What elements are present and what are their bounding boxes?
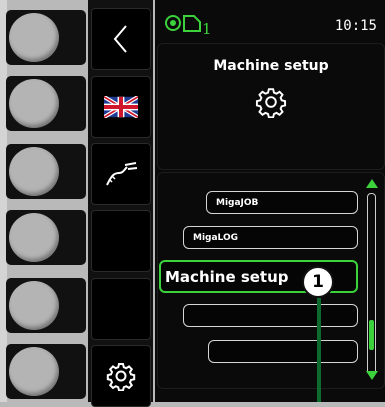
gear-icon [255, 88, 287, 118]
title-panel: Machine setup [157, 43, 385, 170]
menu-item-empty-2[interactable] [208, 340, 358, 363]
button-knob [9, 347, 59, 396]
scrollbar-thumb[interactable] [369, 320, 374, 350]
button-knob [9, 147, 59, 196]
scroll-up-arrow-icon[interactable] [366, 179, 378, 188]
hardware-button-3[interactable] [6, 144, 86, 199]
torch-cable-icon [106, 162, 138, 186]
torch-button[interactable] [91, 143, 151, 205]
menu-item-label: MigaJOB [216, 197, 259, 208]
menu-list-panel: MigaJOB MigaLOG Machine setup [157, 172, 385, 389]
softkey-empty-1[interactable] [91, 210, 151, 272]
display-screen: 1 10:15 Machine setup MigaJOB MigaLOG Ma… [155, 0, 385, 402]
job-number: 1 [202, 20, 212, 38]
softkey-column [88, 0, 153, 407]
scrollbar[interactable] [367, 193, 376, 375]
scroll-down-arrow-icon[interactable] [366, 371, 378, 380]
button-knob [9, 213, 59, 262]
menu-item-label: Machine setup [165, 267, 289, 286]
menu-item-migalog[interactable]: MigaLOG [183, 226, 358, 249]
page-title: Machine setup [213, 58, 329, 74]
hardware-button-5[interactable] [6, 278, 86, 333]
status-bar: 1 10:15 [155, 0, 385, 40]
callout-number: 1 [312, 272, 324, 292]
callout-marker: 1 [302, 266, 334, 298]
back-chevron-icon [113, 25, 127, 53]
menu-item-migajob[interactable]: MigaJOB [206, 191, 358, 214]
hardware-button-2[interactable] [6, 76, 86, 131]
job-memory-icon [165, 15, 201, 32]
callout-line [317, 298, 321, 402]
settings-button[interactable] [91, 345, 151, 407]
softkey-empty-2[interactable] [91, 278, 151, 340]
uk-flag-icon [104, 96, 138, 118]
clock: 10:15 [334, 18, 377, 34]
button-knob [9, 79, 59, 128]
menu-item-empty-1[interactable] [183, 304, 358, 327]
button-knob [9, 13, 59, 62]
button-knob [9, 281, 59, 330]
menu-item-label: MigaLOG [193, 232, 239, 243]
gear-icon [106, 363, 136, 391]
hardware-button-4[interactable] [6, 210, 86, 265]
back-button[interactable] [91, 8, 151, 70]
language-button[interactable] [91, 76, 151, 138]
hardware-button-1[interactable] [6, 10, 86, 65]
hardware-button-6[interactable] [6, 344, 86, 399]
